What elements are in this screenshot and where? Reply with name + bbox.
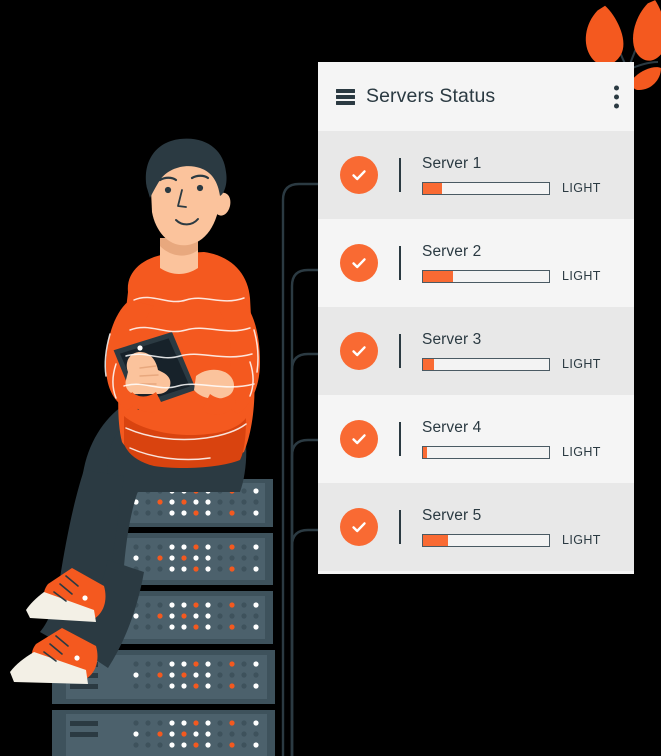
load-meter-fill (423, 358, 435, 370)
server-name: Server 4 (422, 419, 482, 436)
list-item[interactable]: Server 2 LIGHT (318, 219, 634, 307)
load-label: LIGHT (562, 357, 601, 371)
load-label: LIGHT (562, 533, 601, 547)
load-label: LIGHT (562, 445, 601, 459)
load-meter (422, 181, 550, 195)
more-vertical-icon[interactable] (614, 85, 619, 108)
check-circle-icon (340, 244, 378, 282)
server-name: Server 2 (422, 243, 482, 260)
load-meter (422, 533, 550, 547)
server-load: LIGHT (422, 181, 620, 195)
load-meter-fill (423, 446, 427, 458)
list-item[interactable]: Server 3 LIGHT (318, 307, 634, 395)
load-label: LIGHT (562, 181, 601, 195)
server-info: Server 4 LIGHT (422, 419, 634, 459)
check-circle-icon (340, 508, 378, 546)
server-name: Server 1 (422, 155, 482, 172)
illustration-stage: Servers Status Server 1 LIGHT Server 2 L… (0, 0, 661, 756)
servers-status-panel: Servers Status Server 1 LIGHT Server 2 L… (318, 62, 634, 574)
server-info: Server 3 LIGHT (422, 331, 634, 371)
server-list: Server 1 LIGHT Server 2 LIGHT Server 3 L… (318, 131, 634, 571)
load-label: LIGHT (562, 269, 601, 283)
server-name: Server 3 (422, 331, 482, 348)
server-load: LIGHT (422, 269, 620, 283)
list-item[interactable]: Server 4 LIGHT (318, 395, 634, 483)
hamburger-icon[interactable] (336, 88, 355, 105)
check-circle-icon (340, 156, 378, 194)
panel-header: Servers Status (318, 62, 634, 131)
check-circle-icon (340, 420, 378, 458)
server-name: Server 5 (422, 507, 482, 524)
load-meter (422, 269, 550, 283)
server-info: Server 2 LIGHT (422, 243, 634, 283)
load-meter (422, 357, 550, 371)
load-meter (422, 445, 550, 459)
load-meter-fill (423, 534, 449, 546)
connector-lines (281, 182, 324, 756)
load-meter-fill (423, 182, 442, 194)
row-divider (399, 334, 401, 368)
row-divider (399, 510, 401, 544)
row-divider (399, 246, 401, 280)
row-divider (399, 158, 401, 192)
server-info: Server 5 LIGHT (422, 507, 634, 547)
server-load: LIGHT (422, 533, 620, 547)
row-divider (399, 422, 401, 456)
server-load: LIGHT (422, 357, 620, 371)
check-circle-icon (340, 332, 378, 370)
list-item[interactable]: Server 5 LIGHT (318, 483, 634, 571)
server-load: LIGHT (422, 445, 620, 459)
load-meter-fill (423, 270, 454, 282)
server-info: Server 1 LIGHT (422, 155, 634, 195)
page-title: Servers Status (366, 85, 496, 107)
list-item[interactable]: Server 1 LIGHT (318, 131, 634, 219)
